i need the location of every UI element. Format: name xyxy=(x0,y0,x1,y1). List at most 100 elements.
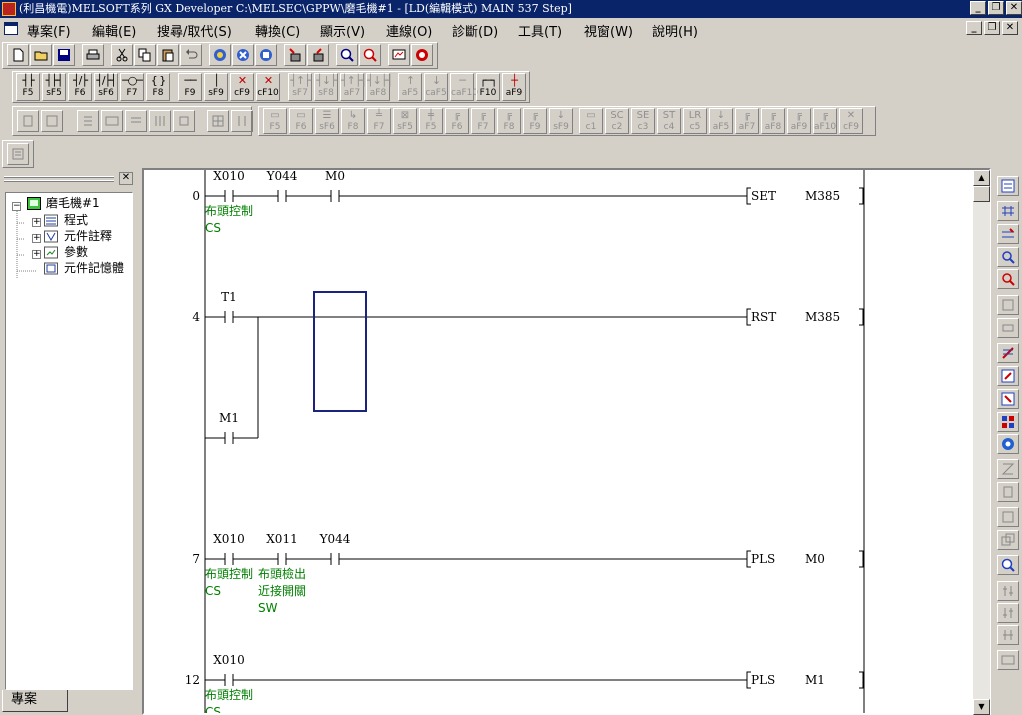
vertical-line-key[interactable]: │ sF9 xyxy=(204,73,228,101)
cut-button[interactable] xyxy=(111,44,133,66)
program-tool-button[interactable] xyxy=(231,110,253,132)
monitor-stop-button[interactable] xyxy=(411,44,433,66)
scroll-thumb[interactable] xyxy=(973,186,990,202)
program-key[interactable]: SC c2 xyxy=(605,108,629,134)
ladder-diagram[interactable]: 0 X010 布頭控制 CS Y044 M0 SET M385 4 T1 M1 RST M385 7 X01… xyxy=(144,170,973,715)
right-tool-button[interactable] xyxy=(997,343,1019,363)
read-plc-button[interactable] xyxy=(307,44,329,66)
device-list-button[interactable] xyxy=(255,44,277,66)
program-key[interactable]: ╔ aF10 xyxy=(813,108,837,134)
write-plc-button[interactable] xyxy=(284,44,306,66)
new-button[interactable] xyxy=(7,44,29,66)
program-tool-button[interactable] xyxy=(41,110,63,132)
right-tool-button[interactable] xyxy=(997,318,1019,338)
tree-item-parameter[interactable]: 參數 xyxy=(64,244,88,260)
program-key[interactable]: ╔ F7 xyxy=(471,108,495,134)
op-rising-key[interactable]: ↑ aF5 xyxy=(398,73,422,101)
program-key[interactable]: ↳ F8 xyxy=(341,108,365,134)
vertical-scrollbar[interactable]: ▲ ▼ xyxy=(973,170,990,715)
program-key[interactable]: SE c3 xyxy=(631,108,655,134)
delete-line-key[interactable]: ┼ aF9 xyxy=(502,73,526,101)
tree-expander[interactable]: + xyxy=(32,250,41,259)
tree-expander[interactable]: + xyxy=(32,218,41,227)
program-key[interactable]: ╔ aF8 xyxy=(761,108,785,134)
program-tool-button[interactable] xyxy=(173,110,195,132)
menu-convert[interactable]: 轉換(C) xyxy=(255,21,300,40)
menu-project[interactable]: 專案(F) xyxy=(27,21,71,40)
right-tool-button[interactable] xyxy=(997,581,1019,601)
right-tool-button[interactable] xyxy=(997,482,1019,502)
delete-horizontal-key[interactable]: ✕ cF9 xyxy=(230,73,254,101)
undo-button[interactable] xyxy=(180,44,202,66)
invert-key[interactable]: ─ caF10 xyxy=(450,73,478,101)
contact-no-key[interactable]: ┤├ F5 xyxy=(16,73,40,101)
right-tool-button[interactable] xyxy=(997,389,1019,409)
right-tool-button[interactable] xyxy=(997,603,1019,623)
program-key[interactable]: ↓ sF9 xyxy=(549,108,573,134)
instruction-search-button[interactable] xyxy=(232,44,254,66)
panel-grip[interactable] xyxy=(4,180,114,182)
open-button[interactable] xyxy=(30,44,52,66)
menu-tools[interactable]: 工具(T) xyxy=(518,21,562,40)
program-tool-button[interactable] xyxy=(77,110,99,132)
tree-item-device-memory[interactable]: 元件記憶體 xyxy=(64,260,124,276)
extra-tool-button[interactable] xyxy=(7,143,29,165)
copy-button[interactable] xyxy=(134,44,156,66)
menu-find-replace[interactable]: 搜尋/取代(S) xyxy=(157,21,232,40)
right-tool-button[interactable] xyxy=(997,295,1019,315)
panel-close-button[interactable]: ✕ xyxy=(119,172,133,185)
right-tool-button[interactable] xyxy=(997,201,1019,221)
program-tool-button[interactable] xyxy=(125,110,147,132)
ladder-editor[interactable]: 0 X010 布頭控制 CS Y044 M0 SET M385 4 T1 M1 RST M385 7 X01… xyxy=(142,168,991,715)
program-key[interactable]: ☰ sF6 xyxy=(315,108,339,134)
tree-item-program[interactable]: 程式 xyxy=(64,212,88,228)
program-key[interactable]: ✕ cF9 xyxy=(839,108,863,134)
program-key[interactable]: ▭ F6 xyxy=(289,108,313,134)
project-panel-header[interactable]: ✕ xyxy=(2,172,135,186)
doc-close-button[interactable]: ✕ xyxy=(1002,21,1018,35)
doc-restore-button[interactable]: ❐ xyxy=(984,21,1000,35)
program-key[interactable]: LR c5 xyxy=(683,108,707,134)
minimize-button[interactable]: _ xyxy=(970,1,986,15)
program-key[interactable]: ╔ F8 xyxy=(497,108,521,134)
zoom-out-button[interactable] xyxy=(359,44,381,66)
save-button[interactable] xyxy=(53,44,75,66)
program-key[interactable]: ▭ c1 xyxy=(579,108,603,134)
right-tool-button[interactable] xyxy=(997,650,1019,670)
paste-button[interactable] xyxy=(157,44,179,66)
right-tool-button[interactable] xyxy=(997,434,1019,454)
program-key[interactable]: ⊠ sF5 xyxy=(393,108,417,134)
right-tool-button[interactable] xyxy=(997,176,1019,196)
monitor-button[interactable] xyxy=(388,44,410,66)
horizontal-line-key[interactable]: ── F9 xyxy=(178,73,202,101)
restore-button[interactable]: ❐ xyxy=(988,1,1004,15)
program-tool-button[interactable] xyxy=(149,110,171,132)
device-search-button[interactable] xyxy=(209,44,231,66)
right-tool-button[interactable] xyxy=(997,530,1019,550)
right-tool-button[interactable] xyxy=(997,269,1019,289)
program-key[interactable]: ╔ aF9 xyxy=(787,108,811,134)
op-falling-key[interactable]: ↓ caF5 xyxy=(424,73,448,101)
menu-view[interactable]: 顯示(V) xyxy=(320,21,365,40)
program-key[interactable]: ╔ F6 xyxy=(445,108,469,134)
menu-window[interactable]: 視窗(W) xyxy=(584,21,633,40)
program-tool-button[interactable] xyxy=(207,110,229,132)
doc-minimize-button[interactable]: _ xyxy=(966,21,982,35)
scroll-up-button[interactable]: ▲ xyxy=(973,170,990,186)
parallel-nc-key[interactable]: ┤/├┤ sF6 xyxy=(94,73,118,101)
document-icon[interactable] xyxy=(4,22,18,35)
right-tool-button[interactable] xyxy=(997,555,1019,575)
menu-diagnostics[interactable]: 診斷(D) xyxy=(452,21,498,40)
program-key[interactable]: ST c4 xyxy=(657,108,681,134)
right-tool-button[interactable] xyxy=(997,412,1019,432)
right-tool-button[interactable] xyxy=(997,507,1019,527)
falling-pulse-key[interactable]: ┤↓├ sF8 xyxy=(314,73,338,101)
rising-pulse-key[interactable]: ┤↑├ sF7 xyxy=(288,73,312,101)
print-button[interactable] xyxy=(82,44,104,66)
instruction-key[interactable]: { } F8 xyxy=(146,73,170,101)
panel-grip[interactable] xyxy=(4,176,114,178)
coil-key[interactable]: ─○─ F7 xyxy=(120,73,144,101)
program-key[interactable]: ╔ aF7 xyxy=(735,108,759,134)
program-key[interactable]: ▭ F5 xyxy=(263,108,287,134)
menu-online[interactable]: 連線(O) xyxy=(386,21,432,40)
